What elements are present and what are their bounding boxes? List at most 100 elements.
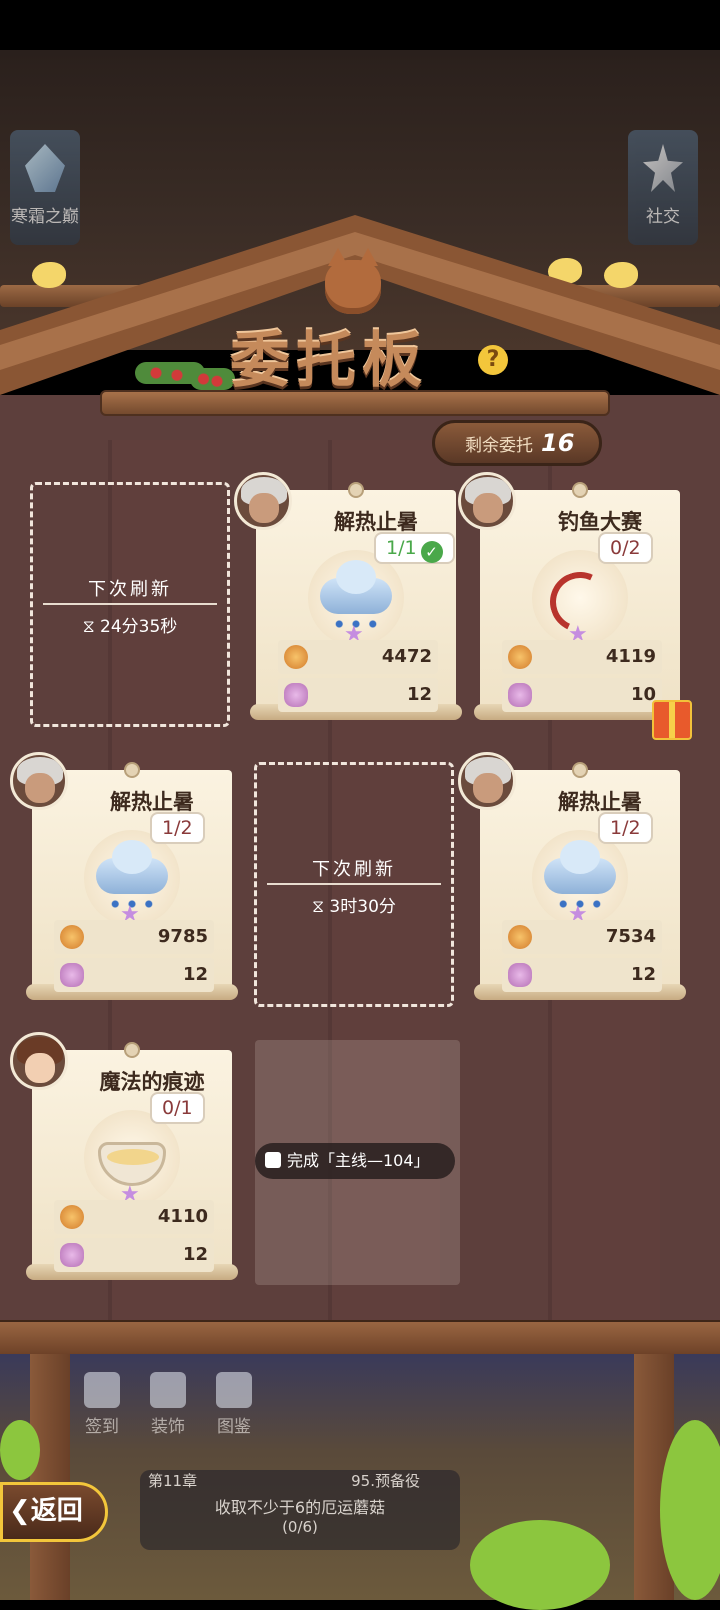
bottom-plank: [0, 1320, 720, 1354]
gem-reward: 12: [54, 958, 214, 992]
commission-card[interactable]: 解热止暑 ★ 1/2 9785 12: [10, 752, 238, 1000]
refresh-timer: ⧖ 3时30分: [312, 897, 396, 917]
gold-coin-icon: [508, 645, 532, 669]
gem-reward: 12: [278, 678, 438, 712]
progress-text: 0/2: [610, 537, 641, 559]
gem-icon: [60, 1243, 84, 1267]
cloud-icon: ★: [308, 550, 404, 647]
lock-icon: [265, 1152, 281, 1168]
refresh-label: 下次刷新: [88, 579, 172, 600]
card-title: 魔法的痕迹: [99, 1070, 205, 1094]
gold-coin-icon: [60, 925, 84, 949]
remaining-commissions: 剩余委托 16: [432, 420, 602, 466]
gold-value: 9785: [157, 926, 208, 947]
cloud-shape: [544, 840, 616, 894]
gem-value: 12: [406, 684, 432, 705]
pin-icon: [124, 762, 140, 778]
pin-icon: [572, 762, 588, 778]
progress-badge: 1/2: [598, 812, 653, 844]
gold-value: 7534: [605, 926, 656, 947]
cloud-icon: ★: [84, 830, 180, 927]
check-icon: ✓: [420, 541, 443, 563]
gem-value: 12: [182, 1244, 208, 1265]
card-title: 解热止暑: [558, 790, 642, 814]
avatar-face: [473, 773, 503, 803]
gold-value: 4110: [157, 1206, 208, 1227]
gold-coin-icon: [60, 1205, 84, 1229]
commission-card[interactable]: 解热止暑 ★ 1/2 7534 12: [458, 752, 686, 1000]
client-avatar: [10, 1032, 68, 1090]
quest-progress: (0/6): [282, 1518, 318, 1536]
board-title: 委托板: [230, 326, 428, 396]
unlock-text: 完成「主线—104」: [287, 1151, 430, 1170]
refresh-timer: ⧖ 24分35秒: [82, 617, 178, 637]
quest-tracker[interactable]: 第11章 95.预备役 收取不少于6的厄运蘑菇 (0/6): [140, 1470, 460, 1550]
pin-icon: [124, 1042, 140, 1058]
divider: [267, 883, 441, 885]
gem-icon: [60, 963, 84, 987]
avatar-face: [473, 493, 503, 523]
pin-icon: [348, 482, 364, 498]
unlock-requirement: 完成「主线—104」: [255, 1143, 455, 1179]
avatar-face: [25, 773, 55, 803]
refresh-label: 下次刷新: [312, 859, 396, 880]
collection-button[interactable]: 图鉴: [204, 1368, 264, 1437]
ice-crystal-icon: [25, 144, 65, 192]
gem-reward: 12: [502, 958, 662, 992]
client-avatar: [458, 752, 516, 810]
cat-emblem-icon: [325, 248, 381, 314]
remaining-count: 16: [541, 429, 575, 457]
progress-badge: 0/2: [598, 532, 653, 564]
leaves-decoration: [470, 1520, 610, 1610]
quest-reserve: 95.预备役: [351, 1472, 420, 1490]
gem-icon: [508, 963, 532, 987]
berries-icon: [190, 368, 235, 390]
divider: [43, 603, 217, 605]
gem-icon: [284, 683, 308, 707]
avatar-face: [25, 1053, 55, 1083]
decoration-label: 装饰: [151, 1417, 185, 1437]
gem-value: 12: [630, 964, 656, 985]
client-avatar: [10, 752, 68, 810]
wood-post: [30, 1354, 70, 1600]
help-icon[interactable]: ?: [478, 345, 508, 375]
gold-reward: 9785: [54, 920, 214, 954]
progress-text: 1/1: [386, 537, 417, 559]
avatar-face: [249, 493, 279, 523]
gold-reward: 4119: [502, 640, 662, 674]
back-button[interactable]: ❮返回: [0, 1482, 108, 1542]
commission-card[interactable]: 魔法的痕迹 ★ 0/1 4110 12: [10, 1032, 238, 1280]
decoration-button[interactable]: 装饰: [138, 1368, 198, 1437]
gift-box-icon[interactable]: [652, 700, 692, 740]
gold-value: 4119: [605, 646, 656, 667]
cloud-icon: ★: [532, 830, 628, 927]
quest-description: 收取不少于6的厄运蘑菇: [214, 1498, 386, 1517]
refresh-slot: 下次刷新 ⧖ 24分35秒: [30, 482, 230, 727]
cloud-shape: [96, 840, 168, 894]
progress-badge: 1/2: [150, 812, 205, 844]
gem-value: 12: [182, 964, 208, 985]
soup-bowl-icon: ★: [84, 1110, 180, 1207]
progress-badge: 0/1: [150, 1092, 205, 1124]
progress-text: 1/2: [610, 817, 641, 839]
collection-label: 图鉴: [217, 1417, 251, 1437]
gold-reward: 4110: [54, 1200, 214, 1234]
leaves-decoration: [0, 1420, 40, 1480]
gem-icon: [508, 683, 532, 707]
commission-card[interactable]: 解热止暑 ★ 1/1 ✓ 4472 12: [234, 472, 462, 720]
remaining-label: 剩余委托: [465, 436, 533, 456]
pin-icon: [572, 482, 588, 498]
gold-reward: 7534: [502, 920, 662, 954]
progress-badge: 1/1 ✓: [374, 532, 455, 564]
checkin-button[interactable]: 签到: [72, 1368, 132, 1437]
checkin-label: 签到: [85, 1417, 119, 1437]
client-avatar: [234, 472, 292, 530]
gold-value: 4472: [381, 646, 432, 667]
card-title: 钓鱼大赛: [558, 510, 642, 534]
gold-reward: 4472: [278, 640, 438, 674]
gold-coin-icon: [284, 645, 308, 669]
gold-coin-icon: [508, 925, 532, 949]
progress-text: 1/2: [162, 817, 193, 839]
commission-card[interactable]: 钓鱼大赛 ★ 0/2 4119 10: [458, 472, 686, 720]
cloud-shape: [320, 560, 392, 614]
